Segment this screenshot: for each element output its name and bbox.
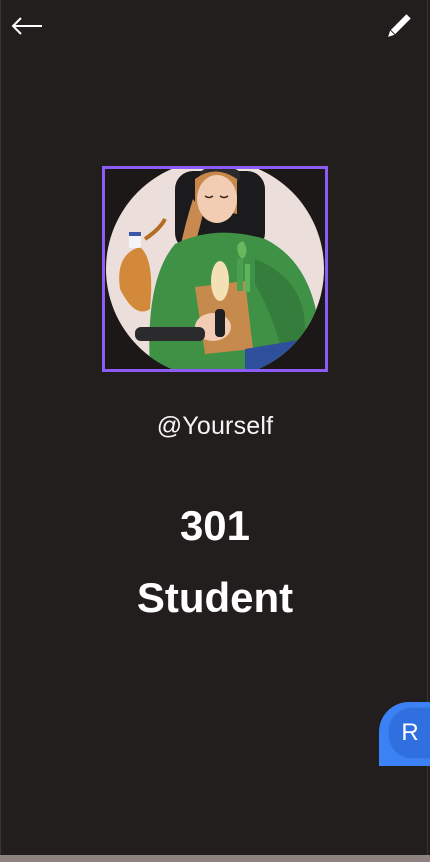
edit-button[interactable] — [382, 11, 414, 43]
profile-count: 301 — [179, 502, 251, 549]
avatar-illustration — [105, 169, 325, 369]
bottom-strip — [0, 855, 430, 862]
profile-role: Student — [136, 574, 294, 621]
profile-handle: @Yourself — [156, 412, 274, 440]
avatar — [102, 166, 328, 372]
floating-avatar-letter[interactable]: R — [388, 712, 430, 754]
arrow-left-icon — [11, 17, 42, 35]
pencil-icon — [388, 14, 411, 37]
back-button[interactable] — [10, 12, 44, 40]
